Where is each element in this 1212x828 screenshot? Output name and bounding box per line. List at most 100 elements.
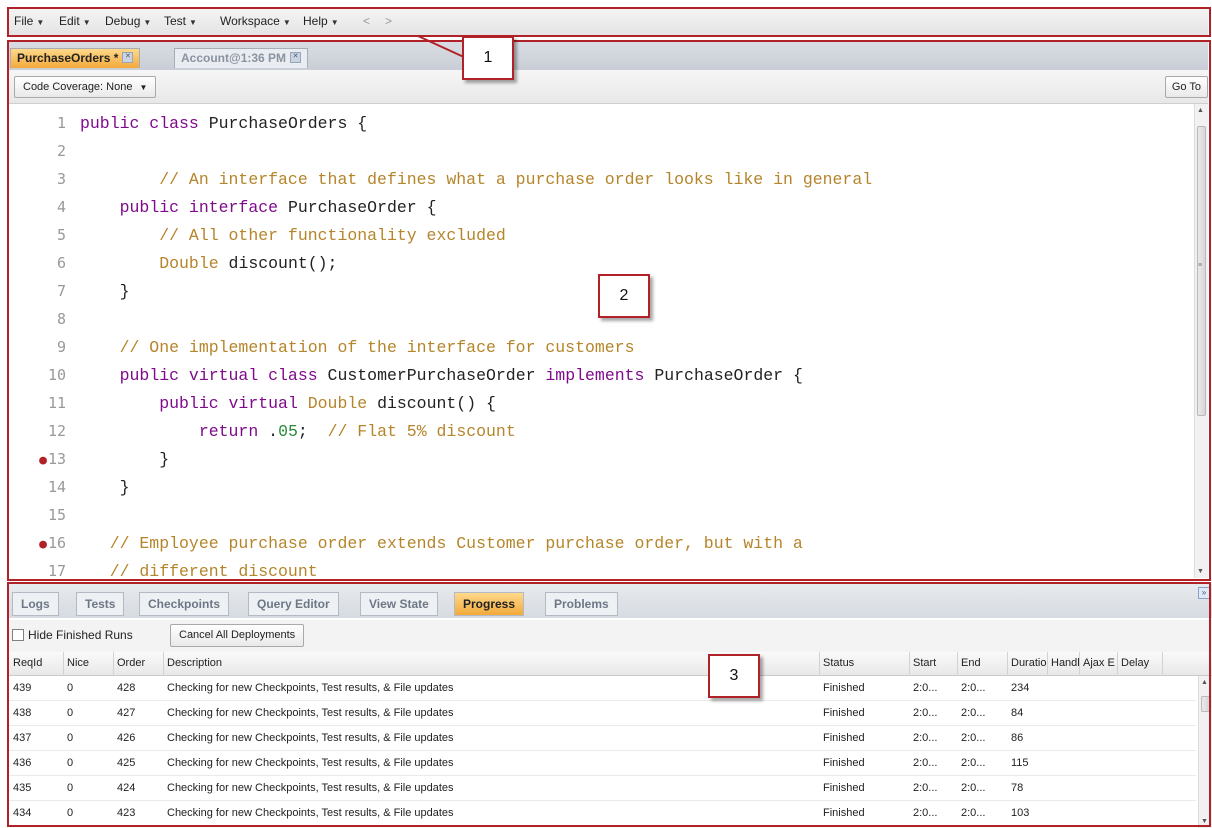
code-editor[interactable]: ▲ ≡ ▼ 1 public class PurchaseOrders {2 3 /… [8,104,1208,578]
line-number[interactable]: 9 [8,338,66,356]
editor-tab[interactable]: Account@1:36 PM ✕ [174,48,309,68]
menu-edit[interactable]: Edit ▼ [59,14,91,28]
column-header[interactable]: ReqId [10,652,64,676]
table-row[interactable]: 439 0 428 Checking for new Checkpoints, Tes… [8,676,1196,701]
scroll-up-icon[interactable]: ▲ [1201,679,1208,686]
back-arrow[interactable]: < [363,14,370,28]
table-row[interactable]: 434 0 423 Checking for new Checkpoints, Tes… [8,801,1196,826]
table-cell: Checking for new Checkpoints, Test resul… [167,732,454,744]
menu-help[interactable]: Help ▼ [303,14,339,28]
table-cell: 425 [117,757,136,769]
line-number[interactable]: 14 [8,478,66,496]
code-line: 14 } [8,474,1193,502]
code-token: // Flat 5% discount [327,422,516,441]
chevron-down-icon: ▼ [282,18,291,27]
table-cell: 428 [117,682,136,694]
breakpoint-icon[interactable]: ● [39,453,47,468]
line-number[interactable]: 7 [8,282,66,300]
tab-logs[interactable]: Logs [12,592,59,616]
column-header[interactable]: End [958,652,1008,676]
line-number[interactable]: 6 [8,254,66,272]
table-cell: 115 [1011,757,1029,769]
forward-arrow[interactable]: > [385,14,392,28]
close-icon[interactable]: ✕ [122,52,134,63]
tab-progress[interactable]: Progress [454,592,525,616]
column-header[interactable]: Nice [64,652,114,676]
tab-tests[interactable]: Tests [76,592,125,616]
editor-scrollbar[interactable]: ▲ ≡ ▼ [1194,104,1208,578]
column-header[interactable]: Duratio [1008,652,1048,676]
table-cell: Finished [823,732,865,744]
line-number[interactable]: 1 [8,114,66,132]
column-header[interactable]: Delay [1118,652,1163,676]
code-text: public virtual class CustomerPurchaseOrd… [80,366,803,385]
scroll-down-icon[interactable]: ▼ [1201,818,1208,825]
column-header[interactable]: Order [114,652,164,676]
table-cell: 0 [67,807,74,819]
line-number[interactable]: 2 [8,142,66,160]
menu-workspace[interactable]: Workspace ▼ [220,14,291,28]
menu-test[interactable]: Test ▼ [164,14,197,28]
tab-problems[interactable]: Problems [545,592,618,616]
line-number[interactable]: 15 [8,506,66,524]
table-cell [1080,751,1118,775]
editor-scroll-thumb[interactable]: ≡ [1197,126,1206,416]
table-row[interactable]: 435 0 424 Checking for new Checkpoints, Tes… [8,776,1196,801]
line-number[interactable]: 10 [8,366,66,384]
line-number[interactable]: 17 [8,562,66,578]
line-number[interactable]: 5 [8,226,66,244]
line-number-text: 9 [56,338,66,356]
go-to-button[interactable]: Go To [1164,76,1208,98]
table-row[interactable]: 436 0 425 Checking for new Checkpoints, Tes… [8,751,1196,776]
line-number[interactable]: 11 [8,394,66,412]
code-line: ●16 // Employee purchase order extends C… [8,530,1193,558]
code-token: // One implementation of the interface f… [80,338,635,357]
table-cell: 2:0... [913,782,938,794]
table-cell: 439 [13,682,32,694]
line-number[interactable]: 12 [8,422,66,440]
code-text: // different discount [80,562,318,578]
menu-file[interactable]: File ▼ [14,14,44,28]
scroll-down-icon[interactable]: ▼ [1197,568,1204,575]
tab-checkpoints[interactable]: Checkpoints [139,592,230,616]
code-text: public virtual Double discount() { [80,394,496,413]
line-number[interactable]: 3 [8,170,66,188]
code-token: implements [545,366,645,385]
tab-view-state[interactable]: View State [360,592,438,616]
column-header[interactable]: Ajax E [1080,652,1118,676]
menu-debug[interactable]: Debug ▼ [105,14,151,28]
grid-scroll-thumb[interactable] [1201,696,1210,712]
table-row[interactable]: 438 0 427 Checking for new Checkpoints, Tes… [8,701,1196,726]
code-text: Double discount(); [80,254,337,273]
code-coverage-dropdown[interactable]: Code Coverage: None ▼ [14,76,157,98]
line-number[interactable]: 8 [8,310,66,328]
code-line: 4 public interface PurchaseOrder { [8,194,1193,222]
breakpoint-icon[interactable]: ● [39,537,47,552]
table-cell [1080,701,1118,725]
code-token: // All other functionality excluded [80,226,506,245]
close-icon[interactable]: ✕ [290,52,302,63]
collapse-panel-icon[interactable]: » [1198,587,1210,599]
column-header[interactable]: Start [910,652,958,676]
editor-tab[interactable]: PurchaseOrders * ✕ [10,48,141,68]
hide-finished-checkbox[interactable] [12,629,24,641]
column-header[interactable]: Status [820,652,910,676]
column-header[interactable]: Handle [1048,652,1080,676]
table-row[interactable]: 437 0 426 Checking for new Checkpoints, Tes… [8,726,1196,751]
line-number[interactable]: ●13 [8,450,66,468]
line-number[interactable]: ●16 [8,534,66,552]
tab-query-editor[interactable]: Query Editor [248,592,339,616]
cancel-all-deployments-button[interactable]: Cancel All Deployments [170,624,305,647]
line-number[interactable]: 4 [8,198,66,216]
grid-scrollbar[interactable]: ▲ ▼ [1198,676,1212,828]
menu-label: Edit [59,14,80,28]
scroll-up-icon[interactable]: ▲ [1197,107,1204,114]
line-number-text: 17 [47,562,66,578]
code-line: 2 [8,138,1193,166]
table-cell [1118,701,1163,725]
code-line: 11 public virtual Double discount() { [8,390,1193,418]
callout-1: 1 [462,36,514,80]
